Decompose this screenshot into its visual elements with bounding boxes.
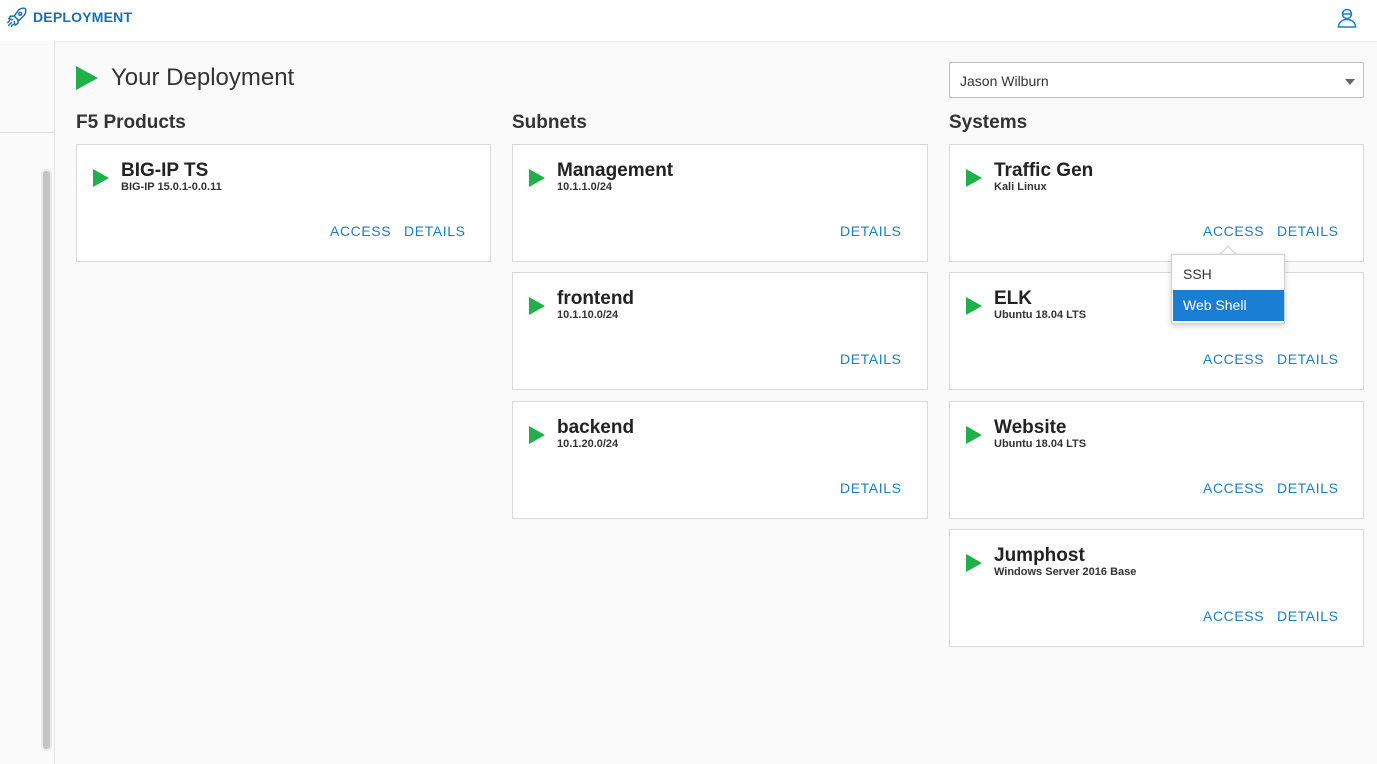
system-card: Jumphost Windows Server 2016 Base ACCESS… — [949, 529, 1364, 647]
sidebar-scrollbar[interactable] — [41, 169, 52, 751]
play-icon — [529, 297, 545, 315]
scrollbar-thumb[interactable] — [43, 171, 50, 749]
details-button[interactable]: DETAILS — [1277, 480, 1339, 496]
card-subtitle: 10.1.20.0/24 — [557, 438, 619, 450]
play-icon — [93, 169, 109, 187]
access-button[interactable]: ACCESS — [1203, 608, 1264, 624]
sidebar-divider — [0, 132, 55, 133]
play-icon — [966, 554, 982, 572]
details-button[interactable]: DETAILS — [840, 480, 902, 496]
systems-heading: Systems — [949, 112, 1028, 133]
card-subtitle: Windows Server 2016 Base — [994, 566, 1137, 578]
menu-item-ssh[interactable]: SSH — [1173, 259, 1284, 290]
rocket-icon — [7, 7, 27, 27]
play-icon — [529, 169, 545, 187]
access-button[interactable]: ACCESS — [1203, 223, 1264, 239]
card-subtitle: Kali Linux — [994, 181, 1047, 193]
card-subtitle: 10.1.10.0/24 — [557, 309, 619, 321]
details-button[interactable]: DETAILS — [1277, 608, 1339, 624]
card-subtitle: 10.1.1.0/24 — [557, 181, 613, 193]
play-icon — [76, 66, 98, 90]
user-account-icon — [1337, 8, 1357, 28]
card-subtitle: Ubuntu 18.04 LTS — [994, 309, 1087, 321]
user-account-button[interactable] — [1335, 6, 1359, 30]
details-button[interactable]: DETAILS — [1277, 223, 1339, 239]
card-title: BIG-IP TS — [121, 160, 209, 181]
details-button[interactable]: DETAILS — [840, 223, 902, 239]
play-icon — [966, 426, 982, 444]
subnets-heading: Subnets — [512, 112, 587, 133]
menu-item-web-shell[interactable]: Web Shell — [1173, 290, 1284, 321]
subnet-card: backend 10.1.20.0/24 DETAILS — [512, 401, 928, 519]
access-button[interactable]: ACCESS — [1203, 480, 1264, 496]
page-header: Your Deployment — [76, 64, 294, 92]
card-title: frontend — [557, 288, 635, 309]
user-select-value: Jason Wilburn — [960, 73, 1049, 89]
card-subtitle: BIG-IP 15.0.1-0.0.11 — [121, 181, 222, 193]
card-title: Traffic Gen — [994, 160, 1094, 181]
brand-link[interactable]: DEPLOYMENT — [6, 6, 132, 28]
details-button[interactable]: DETAILS — [404, 223, 466, 239]
details-button[interactable]: DETAILS — [840, 351, 902, 367]
system-card: Website Ubuntu 18.04 LTS ACCESS DETAILS — [949, 401, 1364, 519]
card-title: Website — [994, 417, 1067, 438]
page-title: Your Deployment — [111, 64, 295, 91]
card-title: backend — [557, 417, 635, 438]
card-subtitle: Ubuntu 18.04 LTS — [994, 438, 1087, 450]
access-menu: SSH Web Shell — [1171, 254, 1285, 324]
user-select[interactable]: Jason Wilburn — [949, 62, 1364, 98]
app-title: DEPLOYMENT — [33, 9, 133, 25]
subnet-card: frontend 10.1.10.0/24 DETAILS — [512, 272, 928, 390]
chevron-down-icon — [1345, 79, 1355, 85]
card-title: Jumphost — [994, 545, 1085, 566]
access-button[interactable]: ACCESS — [330, 223, 391, 239]
system-card: ELK Ubuntu 18.04 LTS ACCESS DETAILS — [949, 272, 1364, 390]
product-card: BIG-IP TS BIG-IP 15.0.1-0.0.11 ACCESS DE… — [76, 144, 491, 262]
subnet-card: Management 10.1.1.0/24 DETAILS — [512, 144, 928, 262]
products-heading: F5 Products — [76, 112, 186, 133]
card-title: Management — [557, 160, 674, 181]
play-icon — [529, 426, 545, 444]
access-button[interactable]: ACCESS — [1203, 351, 1264, 367]
details-button[interactable]: DETAILS — [1277, 351, 1339, 367]
sidebar — [0, 41, 55, 764]
top-bar: DEPLOYMENT — [0, 0, 1377, 41]
play-icon — [966, 169, 982, 187]
play-icon — [966, 297, 982, 315]
card-title: ELK — [994, 288, 1032, 309]
system-card: Traffic Gen Kali Linux ACCESS DETAILS — [949, 144, 1364, 262]
